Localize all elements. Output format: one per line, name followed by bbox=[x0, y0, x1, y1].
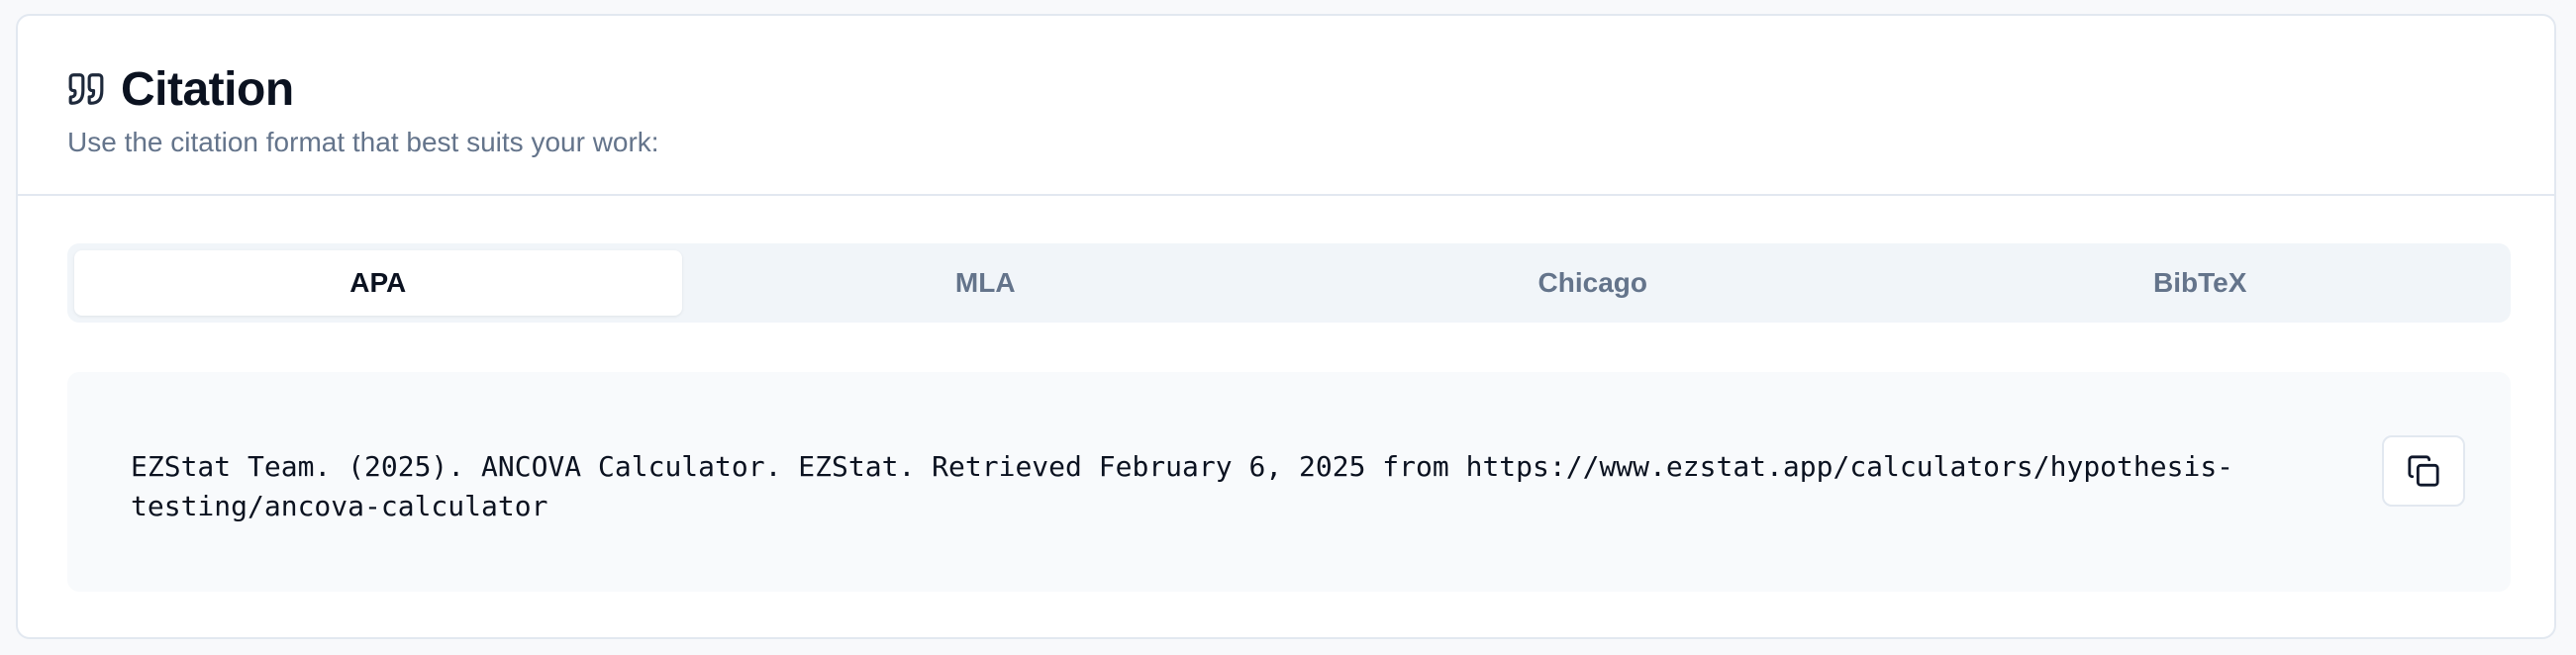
copy-citation-button[interactable] bbox=[2382, 435, 2465, 507]
tab-chicago[interactable]: Chicago bbox=[1289, 250, 1897, 316]
citation-card: Citation Use the citation format that be… bbox=[16, 14, 2556, 639]
tab-apa[interactable]: APA bbox=[74, 250, 682, 316]
citation-text: EZStat Team. (2025). ANCOVA Calculator. … bbox=[131, 450, 2234, 522]
tab-bibtex[interactable]: BibTeX bbox=[1897, 250, 2505, 316]
tab-mla[interactable]: MLA bbox=[682, 250, 1290, 316]
title-row: Citation bbox=[67, 59, 294, 119]
page-subtitle: Use the citation format that best suits … bbox=[67, 127, 659, 157]
citation-header: Citation Use the citation format that be… bbox=[18, 16, 2554, 196]
citation-output: EZStat Team. (2025). ANCOVA Calculator. … bbox=[67, 372, 2511, 592]
citation-format-tabs: APA MLA Chicago BibTeX bbox=[67, 243, 2511, 323]
page-title: Citation bbox=[121, 62, 294, 116]
quote-icon bbox=[67, 70, 105, 108]
copy-icon bbox=[2407, 454, 2440, 488]
